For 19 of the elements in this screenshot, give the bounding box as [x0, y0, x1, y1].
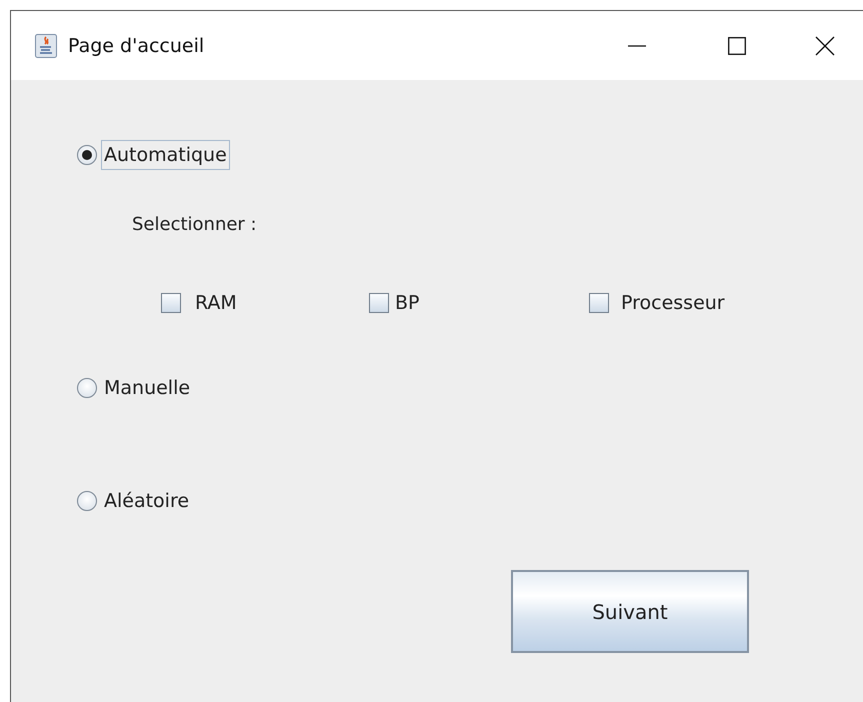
- checkbox-label[interactable]: RAM: [195, 292, 237, 314]
- checkbox-label[interactable]: Processeur: [621, 292, 725, 314]
- next-button[interactable]: Suivant: [511, 570, 749, 653]
- checkbox-label[interactable]: BP: [395, 292, 420, 314]
- checkbox[interactable]: [369, 293, 389, 313]
- minimize-icon: [628, 44, 646, 46]
- radio-label[interactable]: Aléatoire: [101, 486, 192, 516]
- checkbox[interactable]: [589, 293, 609, 313]
- maximize-icon: [728, 36, 746, 54]
- checkbox[interactable]: [161, 293, 181, 313]
- prompt-label: Selectionner :: [132, 213, 258, 237]
- radio-label[interactable]: Manuelle: [101, 373, 194, 403]
- cup-icon: [35, 34, 57, 58]
- window-title: Page d'accueil: [68, 34, 204, 56]
- radio-label[interactable]: Automatique: [101, 140, 230, 170]
- close-icon: [815, 36, 835, 56]
- radio-button[interactable]: [77, 378, 97, 398]
- radio-button[interactable]: [77, 145, 97, 165]
- radio-button[interactable]: [77, 491, 97, 511]
